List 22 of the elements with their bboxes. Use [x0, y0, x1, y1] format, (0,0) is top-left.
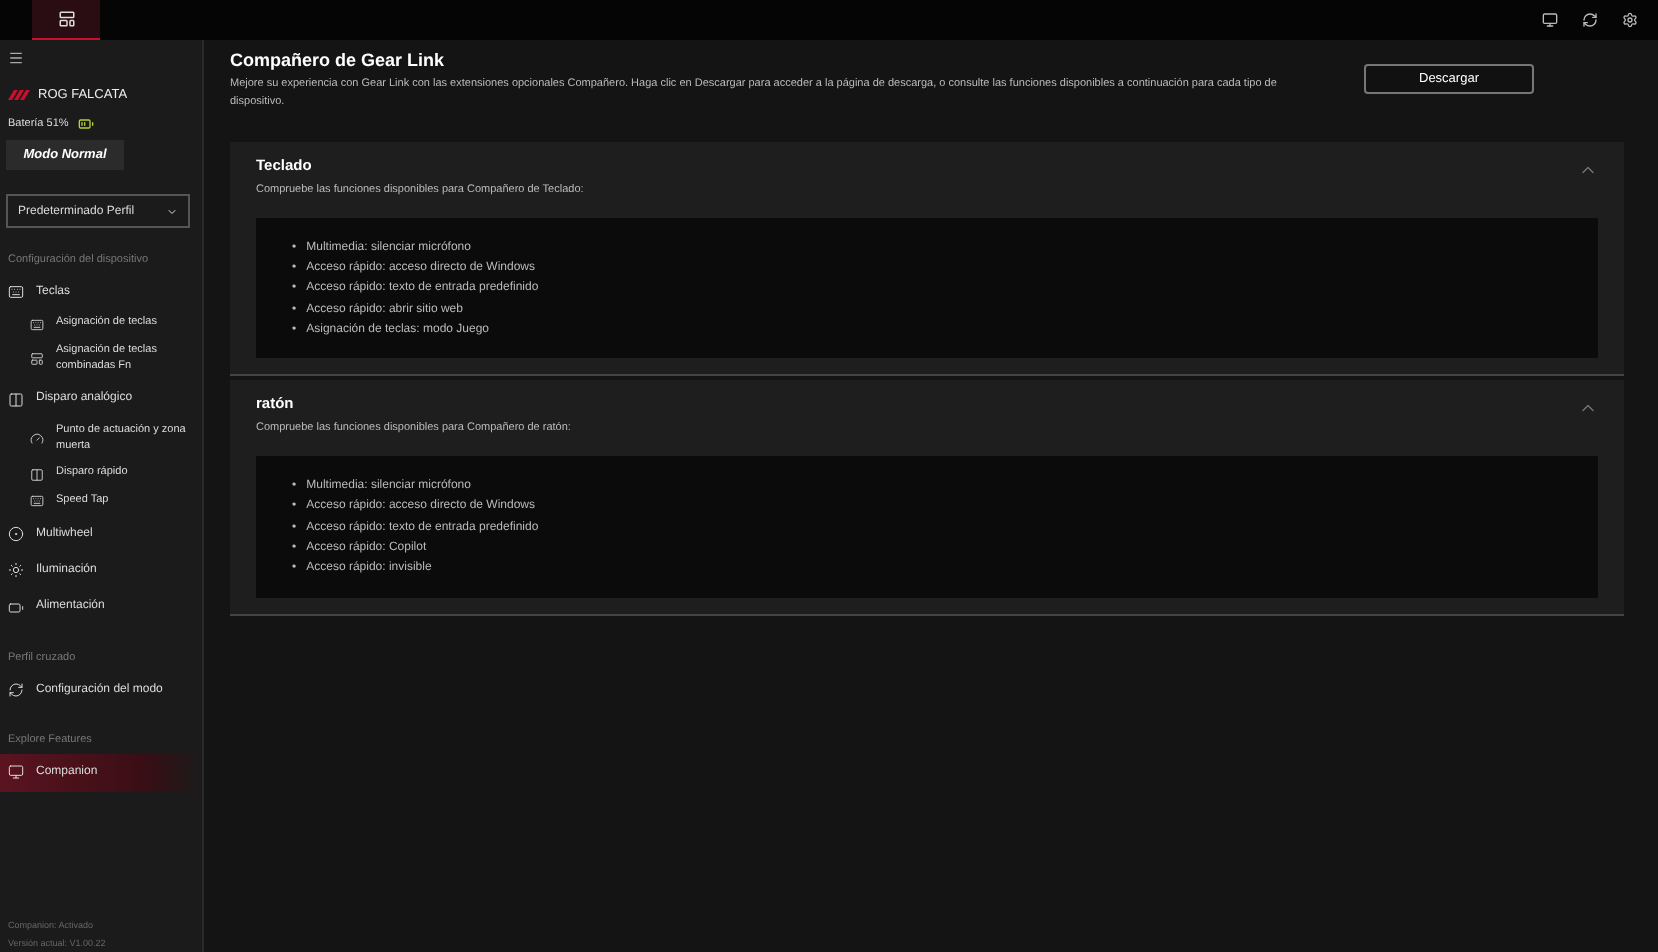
caret-icon — [166, 205, 178, 217]
screen-icon[interactable] — [1542, 12, 1558, 28]
battery-icon — [78, 116, 95, 132]
monitor-icon — [8, 764, 24, 781]
keyboard-icon — [30, 494, 44, 509]
sun-icon — [8, 562, 24, 579]
columns-icon — [30, 467, 44, 482]
logo-icon — [8, 90, 32, 100]
sync-icon — [8, 681, 24, 698]
keyboard-icon — [30, 317, 44, 332]
panel-icon — [30, 352, 44, 367]
keyboard-icon — [8, 284, 24, 301]
battery-icon — [8, 599, 24, 616]
wheel-icon — [8, 525, 24, 542]
app-tab[interactable] — [32, 0, 100, 40]
page-title: Compañero de Gear Link — [230, 50, 447, 70]
gauge-icon — [30, 432, 44, 447]
sync-icon[interactable] — [1582, 12, 1598, 28]
settings-icon[interactable] — [1622, 12, 1638, 28]
columns-icon — [8, 391, 24, 408]
window-icon — [57, 10, 75, 28]
menu-icon[interactable] — [8, 50, 24, 66]
